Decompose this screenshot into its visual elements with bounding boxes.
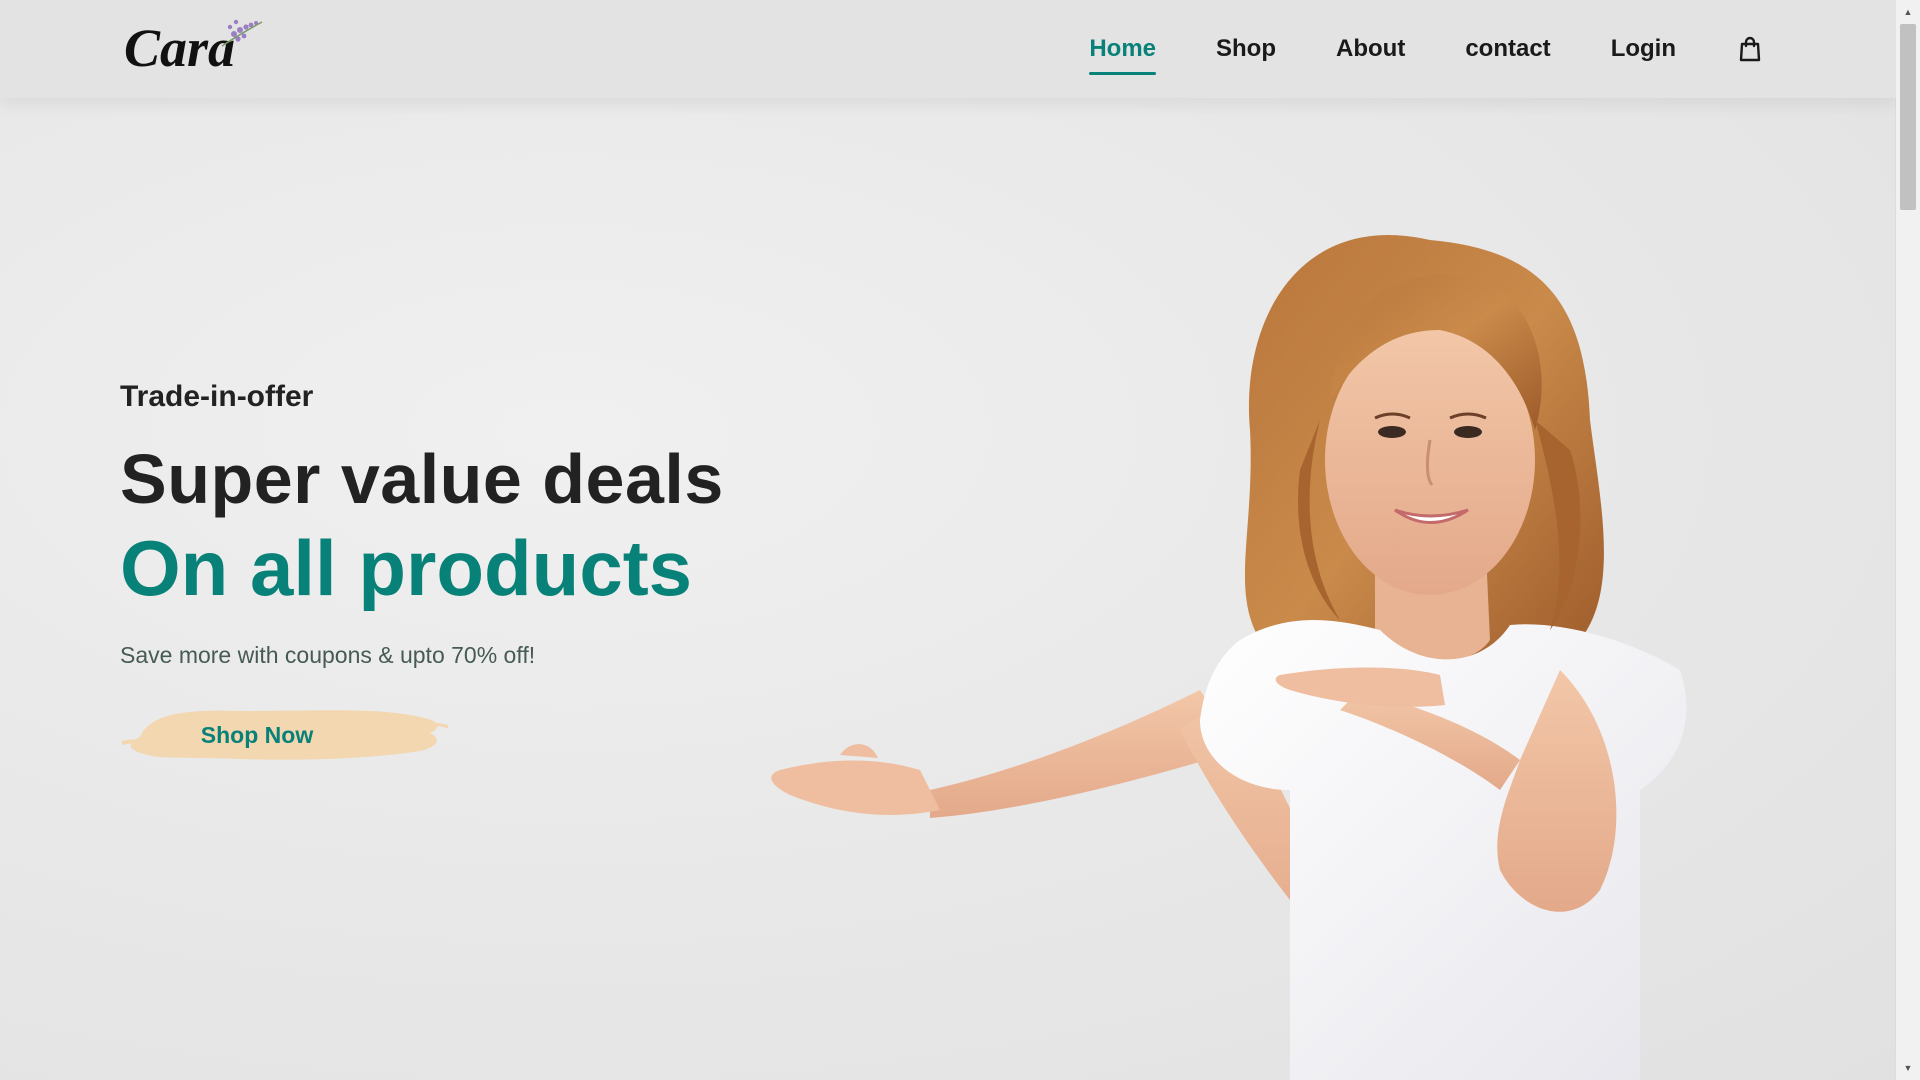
nav-item-login[interactable]: Login [1611, 35, 1676, 63]
logo-text: Cara [124, 18, 235, 76]
scrollbar-thumb[interactable] [1900, 24, 1916, 210]
hero-kicker: Trade-in-offer [120, 380, 314, 413]
hero-section: Trade-in-offer Super value deals On all … [120, 380, 724, 773]
nav-item-shop[interactable]: Shop [1216, 35, 1276, 63]
hero-title: Super value deals [120, 440, 724, 518]
page-viewport: Cara Home Shop About contact Login Trade… [0, 0, 1896, 1080]
site-header: Cara Home Shop About contact Login [0, 0, 1896, 98]
hero-model-image [771, 234, 1687, 1080]
scroll-down-arrow-icon[interactable]: ▼ [1896, 1058, 1920, 1078]
hero-subtitle: Save more with coupons & upto 70% off! [120, 642, 536, 668]
shop-now-button[interactable]: Shop Now [120, 697, 450, 773]
cara-logo-graphic: Cara [124, 18, 263, 78]
shopping-bag-icon[interactable] [1738, 36, 1762, 62]
nav-item-home[interactable]: Home [1089, 35, 1156, 75]
main-nav: Home Shop About contact Login [1029, 0, 1762, 98]
nav-item-about[interactable]: About [1336, 35, 1405, 63]
hero-title-accent: On all products [120, 524, 693, 612]
shop-now-label: Shop Now [200, 721, 314, 748]
brand-logo[interactable]: Cara [122, 12, 272, 78]
vertical-scrollbar[interactable]: ▲ ▼ [1895, 0, 1920, 1080]
nav-item-contact[interactable]: contact [1465, 35, 1550, 63]
scroll-up-arrow-icon[interactable]: ▲ [1896, 2, 1920, 22]
